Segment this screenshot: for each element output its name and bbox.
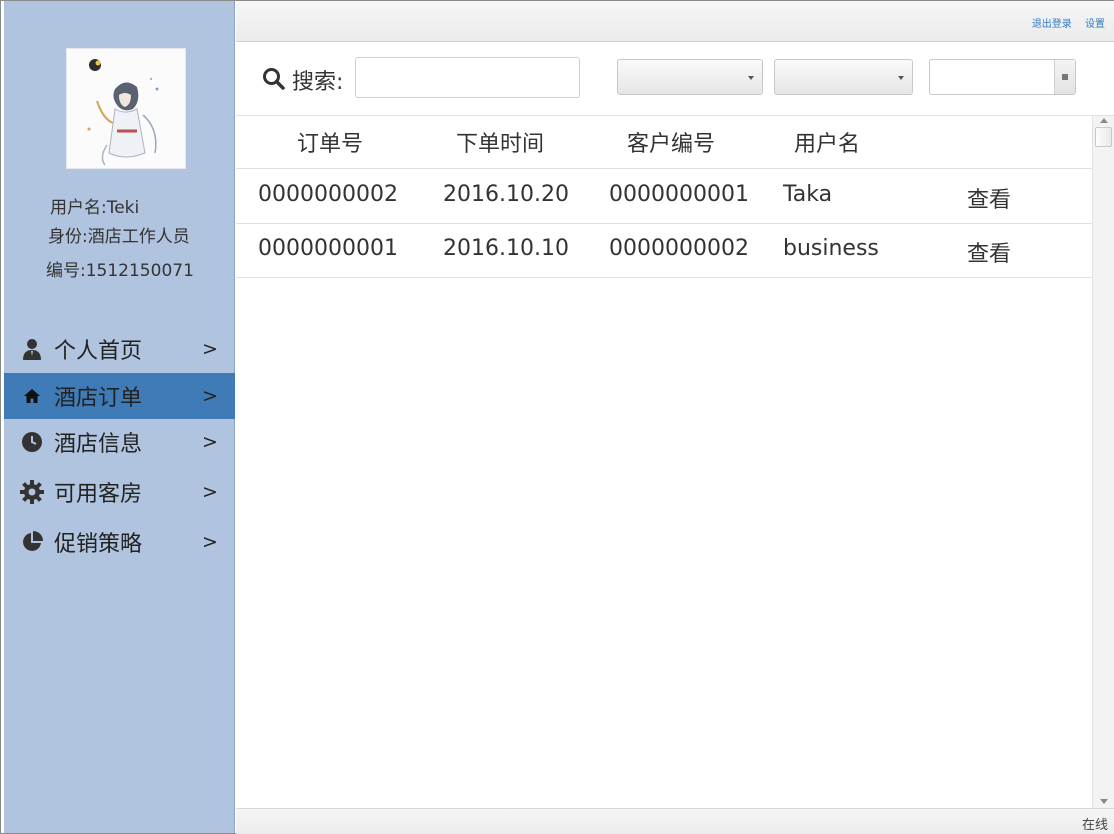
table-header: 订单号 下单时间 客户编号 用户名 [236, 116, 1092, 169]
nav-arrow: > [202, 531, 218, 553]
column-order-time: 下单时间 [456, 132, 545, 157]
cell-order-time: 2016.10.20 [443, 182, 569, 207]
search-bar: 搜索: [236, 42, 1114, 116]
vertical-scrollbar[interactable] [1092, 116, 1114, 808]
nav-arrow: > [202, 385, 218, 407]
profile-role: 身份:酒店工作人员 [48, 227, 190, 247]
nav-item-label: 酒店订单 [54, 386, 143, 411]
column-username: 用户名 [794, 132, 861, 157]
table-row: 0000000002 2016.10.20 0000000001 Taka 查看 [236, 170, 1092, 224]
calendar-icon [1062, 74, 1068, 80]
search-label: 搜索: [292, 70, 344, 95]
nav-arrow: > [202, 338, 218, 360]
avatar [66, 48, 186, 169]
date-picker[interactable] [929, 59, 1076, 95]
nav-arrow: > [202, 481, 218, 503]
filter-select-2[interactable] [774, 59, 913, 95]
nav-item-label: 个人首页 [54, 339, 143, 364]
home-icon [20, 384, 44, 408]
search-input[interactable] [355, 57, 580, 98]
cell-order-id: 0000000002 [258, 182, 398, 207]
logout-link[interactable]: 退出登录 [1032, 19, 1072, 30]
scroll-up-icon[interactable] [1100, 118, 1108, 123]
nav-item-label: 酒店信息 [54, 432, 143, 457]
view-button[interactable]: 查看 [967, 236, 1011, 268]
caret-down-icon [748, 76, 754, 80]
nav-item-hotel-orders[interactable]: 酒店订单 > [4, 373, 235, 419]
settings-link[interactable]: 设置 [1085, 19, 1105, 30]
nav-item-label: 促销策略 [54, 532, 143, 557]
table-row: 0000000001 2016.10.10 0000000002 busines… [236, 224, 1092, 278]
pie-chart-icon [20, 530, 44, 554]
top-bar: 退出登录 设置 [236, 1, 1114, 42]
cell-customer-id: 0000000001 [609, 182, 749, 207]
view-button[interactable]: 查看 [967, 182, 1011, 214]
orders-table: 订单号 下单时间 客户编号 用户名 0000000002 2016.10.20 … [236, 116, 1092, 808]
cell-username: business [783, 236, 879, 261]
app-window: 用户名:Teki 身份:酒店工作人员 编号:1512150071 个人首页 > … [0, 0, 1114, 834]
nav-item-home[interactable]: 个人首页 > [4, 326, 235, 372]
profile-username: 用户名:Teki [50, 198, 140, 218]
user-icon [20, 337, 44, 361]
nav-arrow: > [202, 431, 218, 453]
caret-down-icon [898, 76, 904, 80]
cell-customer-id: 0000000002 [609, 236, 749, 261]
column-order-id: 订单号 [297, 132, 364, 157]
filter-select-1[interactable] [617, 59, 763, 95]
avatar-illustration [67, 49, 185, 168]
calendar-button[interactable] [1054, 60, 1075, 94]
cell-order-id: 0000000001 [258, 236, 398, 261]
nav-item-label: 可用客房 [54, 482, 143, 507]
nav-item-promotions[interactable]: 促销策略 > [4, 519, 235, 565]
sidebar: 用户名:Teki 身份:酒店工作人员 编号:1512150071 个人首页 > … [4, 1, 235, 833]
gear-icon [20, 480, 44, 504]
cell-order-time: 2016.10.10 [443, 236, 569, 261]
cell-username: Taka [783, 182, 833, 207]
profile-id: 编号:1512150071 [46, 261, 194, 281]
status-bar: 在线 [236, 808, 1114, 834]
scroll-down-icon[interactable] [1100, 799, 1108, 804]
clock-icon [20, 430, 44, 454]
column-customer-id: 客户编号 [627, 132, 716, 157]
nav-item-available-rooms[interactable]: 可用客房 > [4, 469, 235, 515]
top-links: 退出登录 设置 [1022, 15, 1105, 30]
online-status: 在线 [1081, 818, 1108, 833]
nav-item-hotel-info[interactable]: 酒店信息 > [4, 419, 235, 465]
search-icon [262, 67, 286, 91]
scrollbar-thumb[interactable] [1095, 127, 1112, 147]
